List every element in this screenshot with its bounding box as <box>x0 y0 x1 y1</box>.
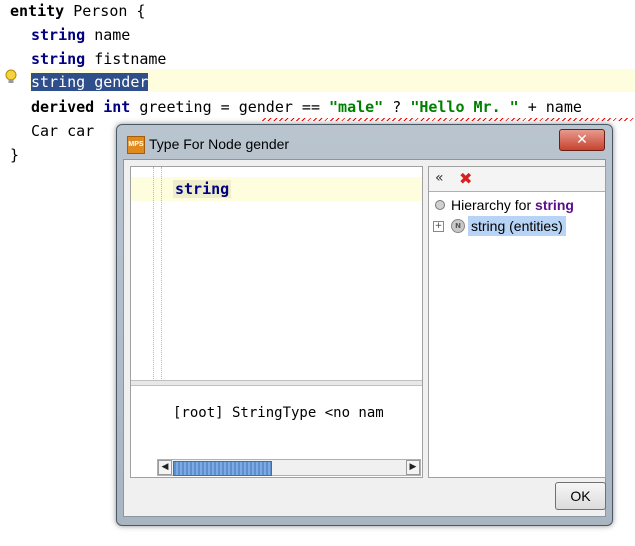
code-text: greeting = gender == <box>130 98 330 116</box>
code-text: Car car <box>31 122 95 140</box>
dialog-title-bar[interactable]: MPS Type For Node gender <box>125 133 289 155</box>
code-line-5: derived int greeting = gender == "male" … <box>31 96 582 118</box>
close-hierarchy-icon[interactable]: ✖ <box>459 169 472 188</box>
hierarchy-toolbar: « ✖ <box>429 167 605 192</box>
dialog-title: Type For Node gender <box>149 136 290 152</box>
ok-button[interactable]: OK <box>555 482 606 510</box>
code-text: + name <box>518 98 582 116</box>
close-button[interactable]: ✕ <box>559 129 605 151</box>
type-keyword: int <box>103 98 131 116</box>
lightbulb-icon[interactable] <box>5 69 17 85</box>
scroll-right-icon[interactable]: ▶ <box>406 460 420 475</box>
dialog-content: string [root] StringType <no nam ◀ ▶ « ✖… <box>123 159 606 517</box>
hierarchy-prefix: Hierarchy for <box>451 197 536 213</box>
code-line-1: entity Person { <box>10 0 145 22</box>
keyword: string <box>31 50 86 68</box>
selected-code[interactable]: string gender <box>31 73 149 91</box>
code-text: name <box>85 26 131 44</box>
code-line-2: string name <box>31 24 130 46</box>
hierarchy-label: Hierarchy for string <box>451 195 574 215</box>
tree-item-label[interactable]: string (entities) <box>468 216 566 236</box>
code-line-6: Car car <box>31 120 94 142</box>
code-line-7: } <box>10 144 19 166</box>
type-dialog: MPS Type For Node gender ✕ string [root]… <box>116 124 613 526</box>
code-text: fistname <box>85 50 167 68</box>
node-icon: N <box>451 219 465 233</box>
split-divider[interactable] <box>131 380 422 386</box>
type-text[interactable]: string <box>173 180 232 198</box>
hierarchy-node: string <box>535 197 574 213</box>
node-dot-icon <box>435 200 445 210</box>
scroll-thumb[interactable] <box>173 461 272 476</box>
error-underline <box>262 118 635 121</box>
gutter-line <box>153 167 154 379</box>
horizontal-scrollbar[interactable]: ◀ ▶ <box>157 459 421 476</box>
collapse-all-icon[interactable]: « <box>435 170 444 186</box>
keyword: string <box>31 26 86 44</box>
keyword: entity <box>10 2 65 20</box>
scroll-left-icon[interactable]: ◀ <box>158 460 172 475</box>
root-node-text: [root] StringType <no nam <box>173 405 384 421</box>
keyword: derived <box>31 98 95 116</box>
expand-icon[interactable]: + <box>433 221 444 232</box>
code-text: Person { <box>64 2 146 20</box>
gutter-line <box>161 167 162 379</box>
hierarchy-pane: « ✖ Hierarchy for string + N string (ent… <box>428 166 606 478</box>
string-literal: "male" <box>329 98 384 116</box>
string-literal: "Hello Mr. " <box>410 98 519 116</box>
code-line-4: string gender <box>31 71 149 93</box>
code-text: ? <box>383 98 411 116</box>
code-text: } <box>10 146 20 164</box>
code-line-3: string fistname <box>31 48 166 70</box>
type-editor-pane[interactable]: string [root] StringType <no nam ◀ ▶ <box>130 166 423 478</box>
mps-app-icon: MPS <box>127 136 145 154</box>
